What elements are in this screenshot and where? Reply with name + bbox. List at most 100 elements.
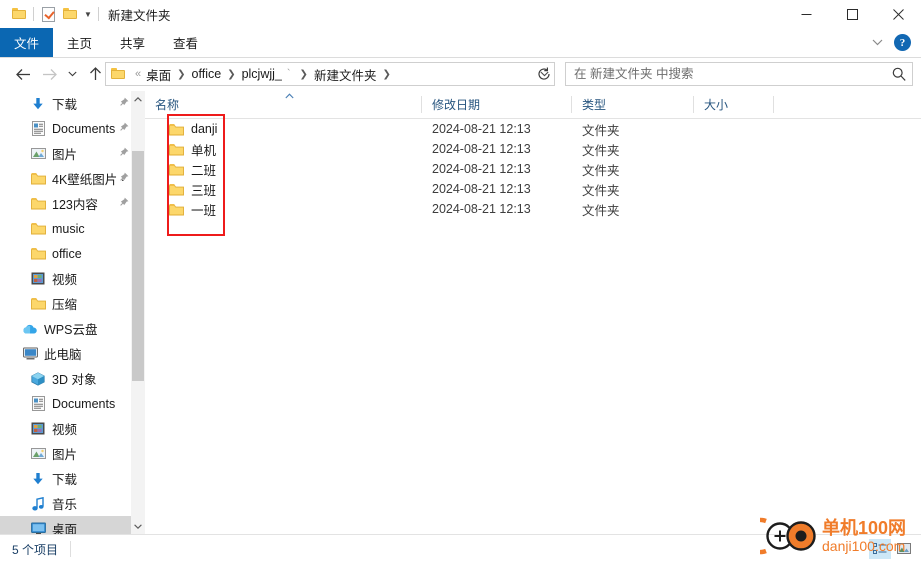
table-row[interactable]: danji 2024-08-21 12:13 文件夹: [145, 119, 921, 139]
chevron-down-icon[interactable]: [866, 32, 888, 54]
help-icon[interactable]: ?: [894, 34, 911, 51]
sidebar-item-label: Documents: [52, 396, 116, 411]
pin-icon[interactable]: [118, 197, 130, 209]
sidebar-scrollbar[interactable]: [131, 91, 145, 534]
sidebar-item[interactable]: 桌面: [0, 516, 138, 534]
file-explorer-window: ▼ 新建文件夹 文件 主页 共享 查看 ? « 桌面 ❯ office ❯ pl…: [0, 0, 921, 563]
tab-share[interactable]: 共享: [106, 28, 159, 57]
close-button[interactable]: [875, 0, 921, 28]
scroll-down-icon[interactable]: [131, 518, 145, 534]
forward-button[interactable]: [36, 61, 62, 87]
file-name-label: danji: [191, 122, 218, 136]
search-input[interactable]: [566, 66, 886, 82]
sidebar-item-label: 下载: [52, 98, 78, 112]
breadcrumb-item-plcjwjj[interactable]: plcjwjj_: [241, 65, 283, 83]
file-name-cell: danji: [145, 121, 422, 137]
documents-icon: [30, 396, 46, 412]
sidebar-item[interactable]: 3D 对象: [0, 366, 138, 391]
sidebar-item[interactable]: 123内容: [0, 191, 138, 216]
file-name-label: 二班: [191, 163, 217, 178]
chevron-right-icon[interactable]: ❯: [295, 69, 313, 80]
ribbon-right-controls: ?: [866, 28, 917, 57]
file-name-cell: 一班: [145, 200, 422, 219]
tab-file[interactable]: 文件: [0, 28, 54, 57]
table-row[interactable]: 三班 2024-08-21 12:13 文件夹: [145, 179, 921, 199]
column-header-name[interactable]: 名称: [145, 91, 422, 118]
breadcrumb-item-office[interactable]: office: [191, 65, 223, 83]
recent-locations-icon[interactable]: [62, 61, 82, 87]
table-row[interactable]: 单机 2024-08-21 12:13 文件夹: [145, 139, 921, 159]
sidebar-item[interactable]: Documents: [0, 116, 138, 141]
folder-icon: [169, 161, 184, 177]
sidebar-item[interactable]: 视频: [0, 266, 138, 291]
scroll-up-icon[interactable]: [131, 91, 145, 107]
details-view-icon[interactable]: [869, 539, 891, 559]
chevron-down-icon[interactable]: ▼: [81, 3, 95, 25]
file-type-cell: 文件夹: [582, 183, 620, 198]
file-name-cell: 三班: [145, 180, 422, 199]
back-button[interactable]: [10, 61, 36, 87]
chevron-right-icon[interactable]: ❯: [172, 69, 190, 80]
sidebar-item[interactable]: 压缩: [0, 291, 138, 316]
sidebar-item[interactable]: 音乐: [0, 491, 138, 516]
search-icon[interactable]: [886, 67, 912, 81]
sidebar-item[interactable]: 图片: [0, 441, 138, 466]
new-folder-icon[interactable]: [59, 3, 81, 25]
ribbon-tabs: 文件 主页 共享 查看 ?: [0, 28, 921, 58]
navigation-list: 下载 Documents 图片 4K壁纸图片 · 123内容 music office 视频压…: [0, 91, 138, 534]
sidebar-item-label: 图片: [52, 448, 78, 462]
sidebar-item[interactable]: 此电脑: [0, 341, 138, 366]
sidebar-item[interactable]: WPS云盘: [0, 316, 138, 341]
file-type-cell: 文件夹: [582, 123, 620, 138]
download-icon: [30, 96, 46, 112]
address-bar[interactable]: « 桌面 ❯ office ❯ plcjwjj_ ` ❯ 新建文件夹 ❯: [105, 62, 555, 86]
breadcrumb-item-current[interactable]: 新建文件夹: [313, 63, 378, 86]
sidebar-item[interactable]: music: [0, 216, 138, 241]
folder-icon: [30, 246, 46, 262]
file-modified-cell: 2024-08-21 12:13: [432, 182, 531, 196]
scrollbar-thumb[interactable]: [132, 151, 144, 381]
maximize-button[interactable]: [829, 0, 875, 28]
column-header-size[interactable]: 大小: [694, 91, 774, 118]
sidebar-item-label: WPS云盘: [44, 323, 98, 337]
sidebar-item[interactable]: 视频: [0, 416, 138, 441]
column-header-date[interactable]: 修改日期: [422, 91, 572, 118]
sidebar-item[interactable]: 图片: [0, 141, 138, 166]
pin-icon[interactable]: [118, 147, 130, 159]
folder-icon: [169, 141, 184, 157]
videos-icon: [30, 271, 46, 287]
breadcrumb-item-desktop[interactable]: 桌面: [145, 63, 172, 86]
file-list-pane: 名称 修改日期 类型 大小 danji 2024-08-21 12:13 文件夹…: [145, 91, 921, 534]
tab-view[interactable]: 查看: [159, 28, 212, 57]
properties-icon[interactable]: [37, 3, 59, 25]
sort-ascending-icon: [285, 92, 294, 101]
file-type-cell: 文件夹: [582, 163, 620, 178]
sidebar-item-label: 123内容: [52, 198, 98, 212]
pin-icon[interactable]: [118, 97, 130, 109]
qat-separator-1: [33, 7, 34, 21]
minimize-button[interactable]: [783, 0, 829, 28]
chevron-right-icon[interactable]: ❯: [377, 69, 395, 80]
table-row[interactable]: 一班 2024-08-21 12:13 文件夹: [145, 199, 921, 219]
refresh-button[interactable]: [532, 62, 556, 86]
file-name-label: 单机: [191, 143, 217, 158]
sidebar-item[interactable]: 下载: [0, 91, 138, 116]
table-row[interactable]: 二班 2024-08-21 12:13 文件夹: [145, 159, 921, 179]
chevron-right-icon[interactable]: ❯: [222, 69, 240, 80]
sidebar-item[interactable]: 4K壁纸图片 ·: [0, 166, 138, 191]
breadcrumb-overflow[interactable]: «: [131, 68, 145, 80]
sidebar-item[interactable]: 下载: [0, 466, 138, 491]
column-header-type[interactable]: 类型: [572, 91, 694, 118]
tab-home[interactable]: 主页: [53, 28, 106, 57]
pin-icon[interactable]: [118, 122, 130, 134]
status-separator: [70, 541, 72, 557]
sidebar-item[interactable]: Documents: [0, 391, 138, 416]
title-bar: ▼ 新建文件夹: [0, 0, 921, 28]
sidebar-item-label: 音乐: [52, 498, 78, 512]
sidebar-item[interactable]: office: [0, 241, 138, 266]
sidebar-item-label: office: [52, 246, 82, 261]
large-icons-view-icon[interactable]: [893, 539, 915, 559]
pin-icon[interactable]: [118, 172, 130, 184]
search-box[interactable]: [565, 62, 913, 86]
folder-icon[interactable]: [8, 3, 30, 25]
